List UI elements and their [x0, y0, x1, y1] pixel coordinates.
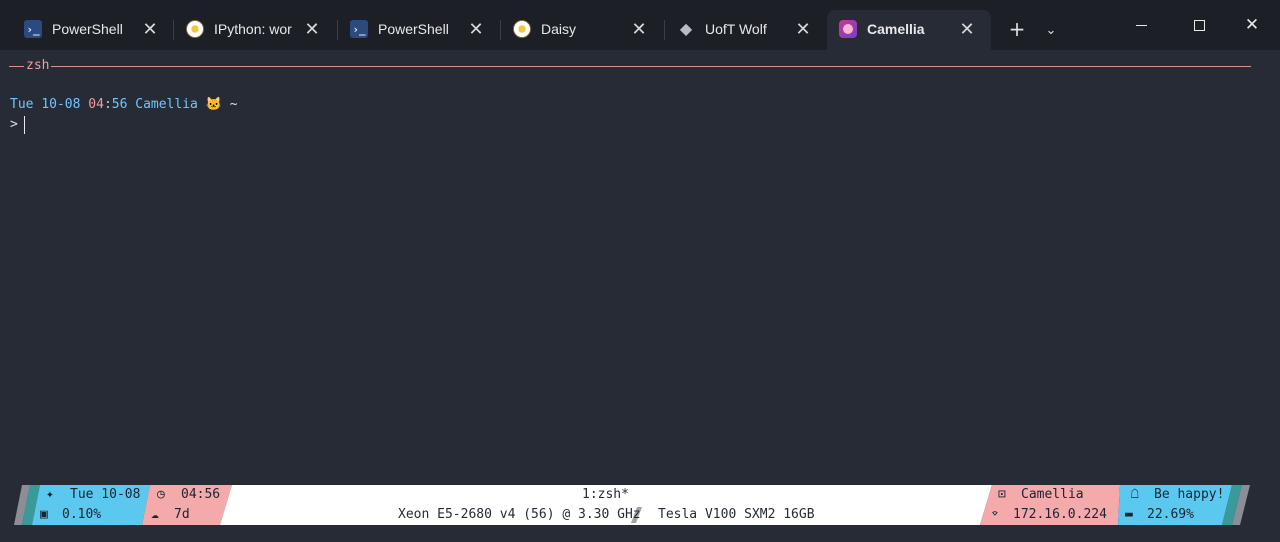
tab-label: PowerShell [52, 21, 123, 37]
ipython-icon [186, 20, 204, 38]
status-date: Tue 10-08 [70, 487, 141, 502]
prompt-host: Camellia [135, 97, 198, 112]
wolf-icon: ◆ [679, 19, 693, 38]
close-icon[interactable]: ✕ [956, 18, 978, 40]
tab-powershell-2[interactable]: ›_ PowerShell ✕ [338, 10, 490, 50]
command-prompt: > [10, 117, 18, 132]
tab-daisy[interactable]: Daisy ✕ [501, 10, 653, 50]
cpu-icon: ▣ [40, 507, 48, 522]
tab-label: IPython: wor [214, 21, 292, 37]
wifi-icon: ⌔ [991, 507, 999, 522]
cloud-icon: ☁ [151, 507, 159, 522]
close-icon[interactable]: ✕ [465, 18, 487, 40]
chat-icon: ☖ [1131, 487, 1139, 502]
tab-powershell-1[interactable]: ›_ PowerShell ✕ [12, 10, 164, 50]
prompt-line: Tue 10-08 04:56 Camellia 🐱 ~ [10, 97, 238, 113]
tab-label: Daisy [541, 21, 577, 37]
terminal-icon: ⊡ [998, 487, 1006, 502]
tab-camellia[interactable]: Camellia ✕ [827, 10, 991, 50]
memory-icon: ▬ [1125, 507, 1133, 522]
prompt-day: Tue [10, 97, 34, 112]
status-message: Be happy! [1154, 487, 1225, 502]
tab-uoft-wolf[interactable]: ◆ UofT Wolf ✕ [665, 10, 817, 50]
prompt-minute: 56 [111, 97, 128, 112]
tab-bar: ›_ PowerShell ✕ IPython: wor ✕ ›_ PowerS… [0, 0, 1280, 50]
close-icon[interactable]: ✕ [301, 18, 323, 40]
clock-icon: ◷ [157, 487, 165, 502]
date-icon: ✦ [46, 487, 54, 502]
daisy-icon [513, 20, 531, 38]
cat-icon: 🐱 [205, 97, 222, 112]
status-ip: 172.16.0.224 [1013, 507, 1107, 522]
prompt-date: 10-08 [41, 97, 81, 112]
close-icon[interactable]: ✕ [792, 18, 814, 40]
status-time: 04:56 [181, 487, 221, 502]
maximize-button[interactable] [1176, 10, 1222, 40]
prompt-dir: ~ [229, 97, 238, 112]
tab-label: PowerShell [378, 21, 449, 37]
status-window[interactable]: 1:zsh* [582, 486, 629, 504]
powershell-icon: ›_ [24, 20, 42, 38]
close-icon[interactable]: ✕ [628, 18, 650, 40]
pane-border [9, 66, 1251, 67]
maximize-icon [1193, 19, 1205, 31]
pane-title: zsh [24, 58, 52, 74]
text-cursor [24, 116, 25, 134]
status-cpu-model: Xeon E5-2680 v4 (56) @ 3.30 GHz [398, 507, 641, 522]
prompt-colon: : [103, 97, 112, 112]
status-hostname: Camellia [1021, 487, 1084, 502]
tmux-status-bar: ✦ Tue 10-08 ▣ 0.10% ◷ 04:56 ☁ 7d 1:zsh* … [0, 485, 1280, 525]
status-mem-usage: 22.69% [1147, 507, 1194, 522]
camellia-icon [839, 20, 857, 38]
terminal-pane[interactable]: zsh Tue 10-08 04:56 Camellia 🐱 ~ > [0, 50, 1280, 542]
powershell-icon: ›_ [350, 20, 368, 38]
minimize-icon [1135, 24, 1147, 26]
status-uptime: 7d [174, 507, 190, 522]
tab-label: UofT Wolf [705, 21, 767, 37]
tab-ipython[interactable]: IPython: wor ✕ [174, 10, 326, 50]
prompt-hour: 04 [88, 97, 104, 112]
new-tab-button[interactable]: + [1006, 17, 1028, 41]
tab-label: Camellia [867, 21, 925, 37]
status-cpu-usage: 0.10% [62, 507, 102, 522]
close-icon[interactable]: ✕ [139, 18, 161, 40]
close-window-button[interactable]: ✕ [1229, 10, 1275, 40]
minimize-button[interactable] [1118, 10, 1164, 40]
chevron-down-icon[interactable]: ⌄ [1040, 19, 1062, 41]
status-gpu-model: Tesla V100 SXM2 16GB [658, 507, 815, 522]
